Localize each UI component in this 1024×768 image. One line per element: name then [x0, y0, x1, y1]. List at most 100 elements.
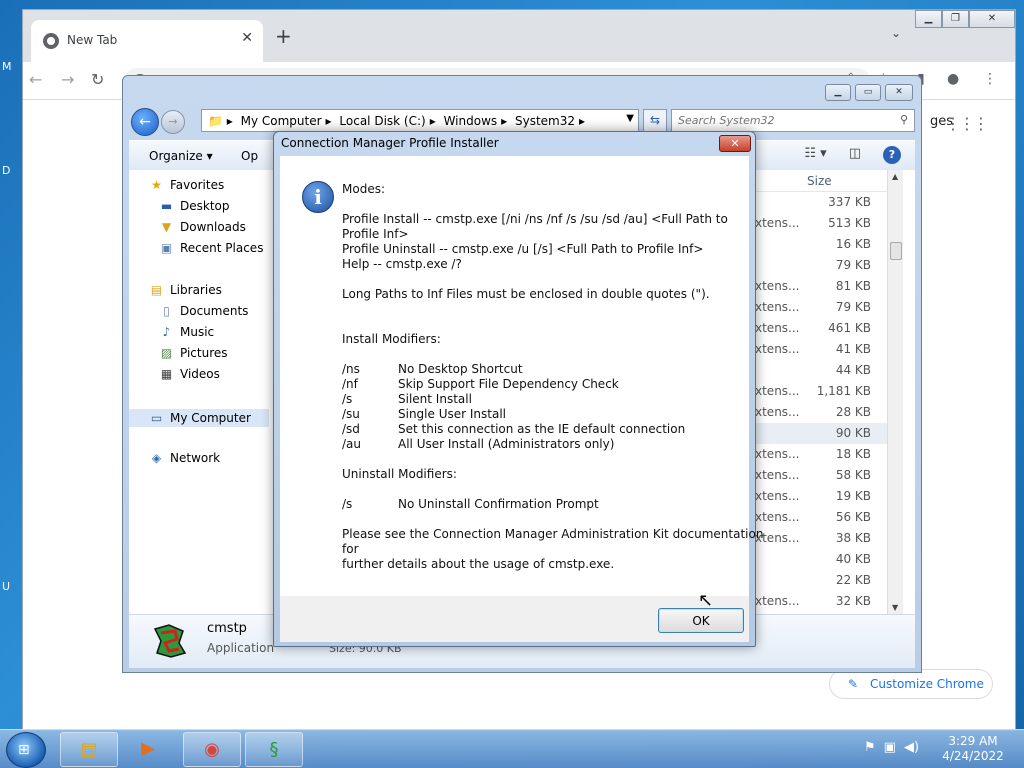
- footer-line: Please see the Connection Manager Admini…: [342, 527, 764, 541]
- ok-button[interactable]: OK: [658, 608, 744, 633]
- option-flag: /s: [342, 497, 353, 511]
- maximize-button[interactable]: ▭: [855, 84, 881, 101]
- network-tray-icon[interactable]: ▣: [884, 740, 896, 755]
- nav-network[interactable]: ◈ Network: [149, 451, 220, 465]
- forward-arrow-icon[interactable]: →: [61, 70, 74, 89]
- menu-kebab-icon[interactable]: ⋮: [983, 71, 997, 87]
- nav-recent-places[interactable]: ▣ Recent Places: [159, 241, 264, 255]
- address-dropdown-icon[interactable]: ▼: [626, 113, 634, 124]
- libraries-icon: ▤: [150, 283, 163, 297]
- change-view-icon[interactable]: ☷ ▾: [804, 146, 826, 164]
- minimize-button[interactable]: ▁: [915, 10, 942, 28]
- taskbar-chrome-button[interactable]: ◉: [183, 732, 241, 767]
- profile-avatar-icon[interactable]: ●: [947, 71, 959, 87]
- breadcrumb-item[interactable]: System32: [515, 114, 575, 128]
- breadcrumb-item[interactable]: My Computer: [241, 114, 322, 128]
- clock-date: 4/24/2022: [942, 749, 1004, 763]
- details-file-type: Application: [207, 641, 275, 655]
- explorer-window-controls: ▁ ▭ ✕: [825, 84, 913, 101]
- search-input[interactable]: [678, 112, 888, 129]
- new-tab-button[interactable]: +: [275, 24, 292, 48]
- nav-pictures[interactable]: ▨ Pictures: [159, 346, 228, 360]
- file-size-cell: 461 KB: [828, 321, 871, 335]
- customize-label: Customize Chrome: [870, 677, 984, 691]
- chrome-tab-new-tab[interactable]: New Tab ✕: [31, 20, 263, 62]
- file-type-cell: xtens...: [755, 300, 800, 314]
- dialog-close-button[interactable]: ✕: [719, 135, 751, 152]
- customize-chrome-button[interactable]: ✎ Customize Chrome: [829, 669, 993, 699]
- usage-line: Help -- cmstp.exe /?: [342, 257, 462, 271]
- mouse-cursor-icon: ↖: [698, 590, 714, 611]
- file-type-cell: xtens...: [755, 279, 800, 293]
- media-player-icon: ▶: [141, 738, 155, 759]
- dialog-title: Connection Manager Profile Installer: [281, 136, 499, 150]
- install-modifiers-heading: Install Modifiers:: [342, 332, 441, 346]
- file-size-cell: 44 KB: [835, 363, 871, 377]
- nav-desktop[interactable]: ▬ Desktop: [159, 199, 230, 213]
- scroll-down-icon[interactable]: ▼: [892, 603, 898, 612]
- nav-downloads[interactable]: ▼ Downloads: [159, 220, 246, 234]
- open-button[interactable]: Op: [241, 149, 258, 163]
- option-description: Skip Support File Dependency Check: [398, 377, 619, 391]
- scroll-thumb[interactable]: [890, 242, 902, 260]
- file-size-cell: 19 KB: [835, 489, 871, 503]
- search-box[interactable]: ⚲: [671, 109, 915, 132]
- file-type-cell: xtens...: [755, 468, 800, 482]
- option-description: Single User Install: [398, 407, 506, 421]
- option-flag: /au: [342, 437, 362, 451]
- file-size-cell: 58 KB: [835, 468, 871, 482]
- file-type-cell: xtens...: [755, 321, 800, 335]
- organize-button[interactable]: Organize ▾: [149, 149, 213, 163]
- reload-icon[interactable]: ↻: [91, 70, 104, 89]
- file-type-cell: xtens...: [755, 216, 800, 230]
- vertical-scrollbar[interactable]: ▲ ▼: [887, 170, 903, 614]
- close-button[interactable]: ✕: [885, 84, 913, 101]
- option-description: Silent Install: [398, 392, 472, 406]
- size-column-header[interactable]: Size: [807, 174, 832, 188]
- clock[interactable]: 3:29 AM 4/24/2022: [940, 734, 1006, 764]
- tab-close-icon[interactable]: ✕: [241, 30, 253, 46]
- taskbar-cmstp-button[interactable]: §: [245, 732, 303, 767]
- restore-button[interactable]: ❐: [942, 10, 969, 28]
- usage-line: Profile Inf>: [342, 227, 409, 241]
- close-button[interactable]: ✕: [969, 10, 1015, 28]
- forward-button[interactable]: →: [161, 110, 185, 134]
- taskbar-media-player-button[interactable]: ▶: [121, 732, 175, 767]
- option-description: All User Install (Administrators only): [398, 437, 615, 451]
- nav-my-computer[interactable]: ▭ My Computer: [129, 409, 269, 427]
- file-size-cell: 28 KB: [835, 405, 871, 419]
- refresh-button[interactable]: ⇆: [643, 109, 667, 132]
- chrome-window-controls: ▁ ❐ ✕: [915, 10, 1015, 28]
- apps-grid-icon[interactable]: ⋮⋮⋮: [945, 114, 989, 133]
- scroll-up-icon[interactable]: ▲: [892, 172, 898, 181]
- back-arrow-icon[interactable]: ←: [29, 70, 42, 89]
- nav-music[interactable]: ♪ Music: [159, 325, 215, 339]
- long-paths-note: Long Paths to Inf Files must be enclosed…: [342, 287, 710, 301]
- option-description: No Desktop Shortcut: [398, 362, 523, 376]
- back-button[interactable]: ←: [131, 108, 159, 136]
- nav-videos[interactable]: ▦ Videos: [159, 367, 220, 381]
- documents-icon: ▯: [163, 304, 170, 318]
- taskbar-explorer-button[interactable]: ▤: [60, 732, 118, 767]
- file-size-cell: 40 KB: [835, 552, 871, 566]
- nav-libraries[interactable]: ▤ Libraries: [149, 283, 222, 297]
- music-icon: ♪: [162, 325, 171, 339]
- address-bar[interactable]: 📁 ▸ My Computer ▸ Local Disk (C:) ▸ Window…: [201, 109, 639, 132]
- breadcrumb-item[interactable]: Windows: [444, 114, 498, 128]
- minimize-button[interactable]: ▁: [825, 84, 851, 101]
- preview-pane-icon[interactable]: ◫: [849, 146, 861, 164]
- help-icon[interactable]: ?: [883, 146, 901, 164]
- file-type-cell: xtens...: [755, 405, 800, 419]
- action-center-flag-icon[interactable]: ⚑: [864, 740, 876, 755]
- option-description: No Uninstall Confirmation Prompt: [398, 497, 599, 511]
- pictures-icon: ▨: [160, 346, 173, 360]
- tab-search-chevron-icon[interactable]: ⌄: [891, 26, 901, 40]
- tab-title: New Tab: [67, 33, 118, 47]
- nav-documents[interactable]: ▯ Documents: [159, 304, 248, 318]
- nav-favorites[interactable]: ★ Favorites: [149, 178, 224, 192]
- breadcrumb-item[interactable]: Local Disk (C:): [339, 114, 425, 128]
- volume-icon[interactable]: ◀): [904, 740, 919, 755]
- start-button[interactable]: ⊞: [6, 732, 46, 768]
- desktop-icon-label: M: [2, 60, 12, 73]
- cmstp-app-icon: [153, 624, 187, 658]
